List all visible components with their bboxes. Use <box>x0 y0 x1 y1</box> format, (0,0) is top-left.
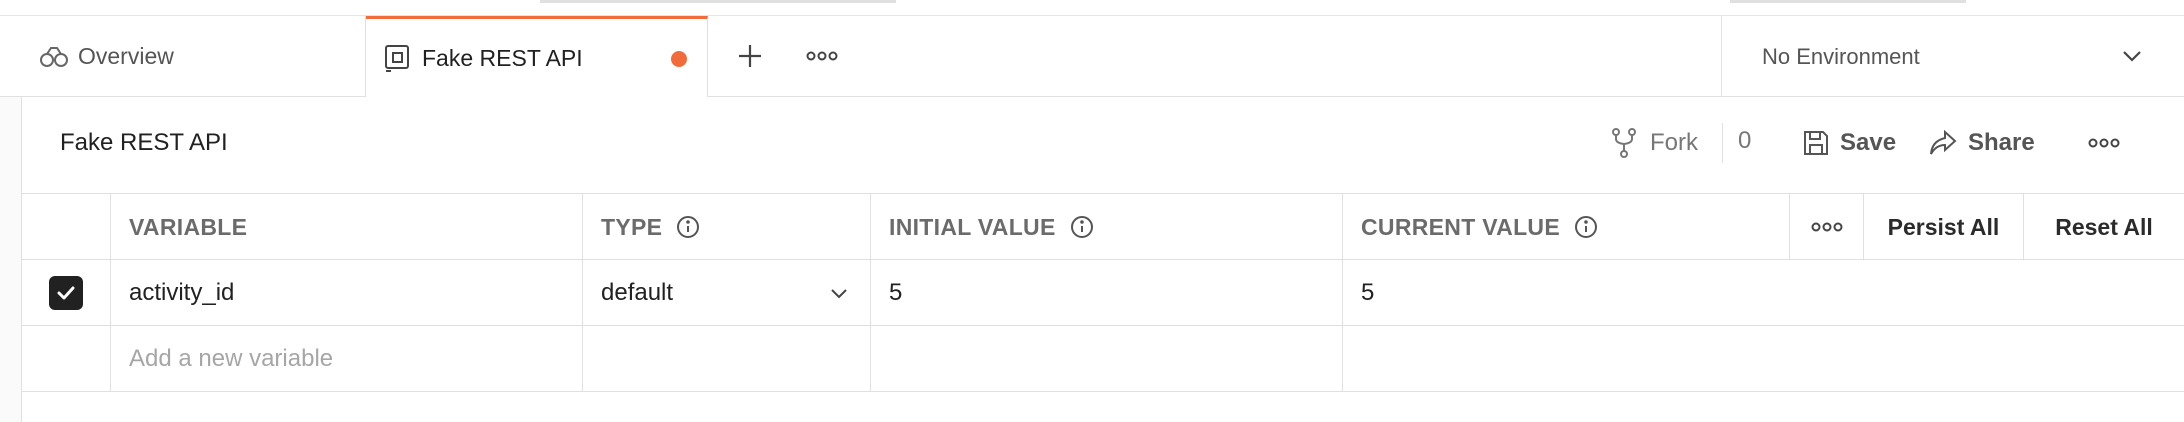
new-initial-value-cell[interactable] <box>871 326 1343 392</box>
top-indicator <box>540 0 896 3</box>
type-cell: default <box>583 260 871 326</box>
share-button[interactable]: Share <box>1928 123 2035 163</box>
new-tab-button[interactable] <box>730 36 770 76</box>
window-top-strip <box>0 0 2184 16</box>
column-options-button[interactable] <box>1790 194 1864 260</box>
new-current-value-cell[interactable] <box>1343 326 2184 392</box>
type-select[interactable]: default <box>601 279 870 307</box>
current-value: 5 <box>1361 279 1375 306</box>
column-header-current-value-label: CURRENT VALUE <box>1361 213 1560 240</box>
environment-header: Fake REST API Fork 0 Save Share <box>22 97 2184 194</box>
variable-name: activity_id <box>129 279 235 306</box>
top-indicator-secondary <box>1730 0 1966 3</box>
column-header-current-value: CURRENT VALUE <box>1343 194 1790 260</box>
tab-fake-rest-api[interactable]: Fake REST API <box>366 16 708 97</box>
chevron-down-icon <box>831 289 847 299</box>
persist-all-button[interactable]: Persist All <box>1864 194 2024 260</box>
column-header-variable: VARIABLE <box>111 194 583 260</box>
variable-name-cell[interactable]: activity_id <box>111 260 583 326</box>
tab-options-button[interactable] <box>802 36 842 76</box>
more-horizontal-icon <box>2088 138 2120 148</box>
tab-bar: Overview Fake REST API No Environment <box>0 16 2184 97</box>
persist-all-label: Persist All <box>1887 213 2000 240</box>
info-icon[interactable] <box>1070 215 1094 239</box>
new-variable-row: Add a new variable <box>22 326 2184 392</box>
column-header-type: TYPE <box>583 194 871 260</box>
tab-overview[interactable]: Overview <box>22 16 366 97</box>
fork-icon <box>1610 127 1638 159</box>
unsaved-changes-dot <box>671 51 687 67</box>
fork-button[interactable]: Fork <box>1610 123 1698 163</box>
table-row: activity_id default 5 5 <box>22 260 2184 326</box>
environment-icon <box>382 42 414 74</box>
chevron-down-icon <box>2120 44 2144 74</box>
reset-all-button[interactable]: Reset All <box>2024 194 2184 260</box>
more-horizontal-icon <box>1811 222 1842 232</box>
page-title: Fake REST API <box>60 129 228 156</box>
initial-value-cell[interactable]: 5 <box>871 260 1343 326</box>
reset-all-label: Reset All <box>2055 213 2153 240</box>
checkmark-icon <box>57 286 75 300</box>
save-icon <box>1802 129 1830 157</box>
row-select-cell <box>22 260 111 326</box>
column-header-initial-value: INITIAL VALUE <box>871 194 1343 260</box>
new-row-select-cell <box>22 326 111 392</box>
save-button[interactable]: Save <box>1802 123 1896 163</box>
header-select-cell <box>22 194 111 260</box>
share-icon <box>1928 129 1958 157</box>
table-header-row: VARIABLE TYPE INITIAL VALUE CURRENT VALU… <box>22 194 2184 260</box>
column-header-initial-value-label: INITIAL VALUE <box>889 213 1056 240</box>
share-label: Share <box>1968 129 2035 156</box>
initial-value: 5 <box>889 279 903 306</box>
type-selected-value: default <box>601 279 674 306</box>
current-value-cell[interactable]: 5 <box>1343 260 2184 326</box>
info-icon[interactable] <box>1574 215 1598 239</box>
overview-icon <box>38 41 70 73</box>
variables-table: VARIABLE TYPE INITIAL VALUE CURRENT VALU… <box>22 194 2184 392</box>
fork-count[interactable]: 0 <box>1738 127 1751 155</box>
new-type-cell[interactable] <box>583 326 871 392</box>
more-horizontal-icon <box>806 51 838 61</box>
header-options-button[interactable] <box>2084 123 2124 163</box>
environment-selected-label: No Environment <box>1762 43 1920 69</box>
tab-overview-label: Overview <box>78 43 174 69</box>
column-header-type-label: TYPE <box>601 213 663 240</box>
row-enabled-checkbox[interactable] <box>49 276 83 310</box>
plus-icon <box>739 45 761 67</box>
column-header-variable-label: VARIABLE <box>129 213 248 240</box>
save-label: Save <box>1840 129 1897 156</box>
new-variable-input[interactable]: Add a new variable <box>111 326 583 392</box>
info-icon[interactable] <box>676 215 700 239</box>
tab-active-label: Fake REST API <box>422 44 583 71</box>
new-variable-placeholder: Add a new variable <box>129 345 334 372</box>
fork-divider <box>1722 123 1723 163</box>
fork-label: Fork <box>1650 129 1698 156</box>
environment-selector[interactable]: No Environment <box>1721 16 2184 97</box>
